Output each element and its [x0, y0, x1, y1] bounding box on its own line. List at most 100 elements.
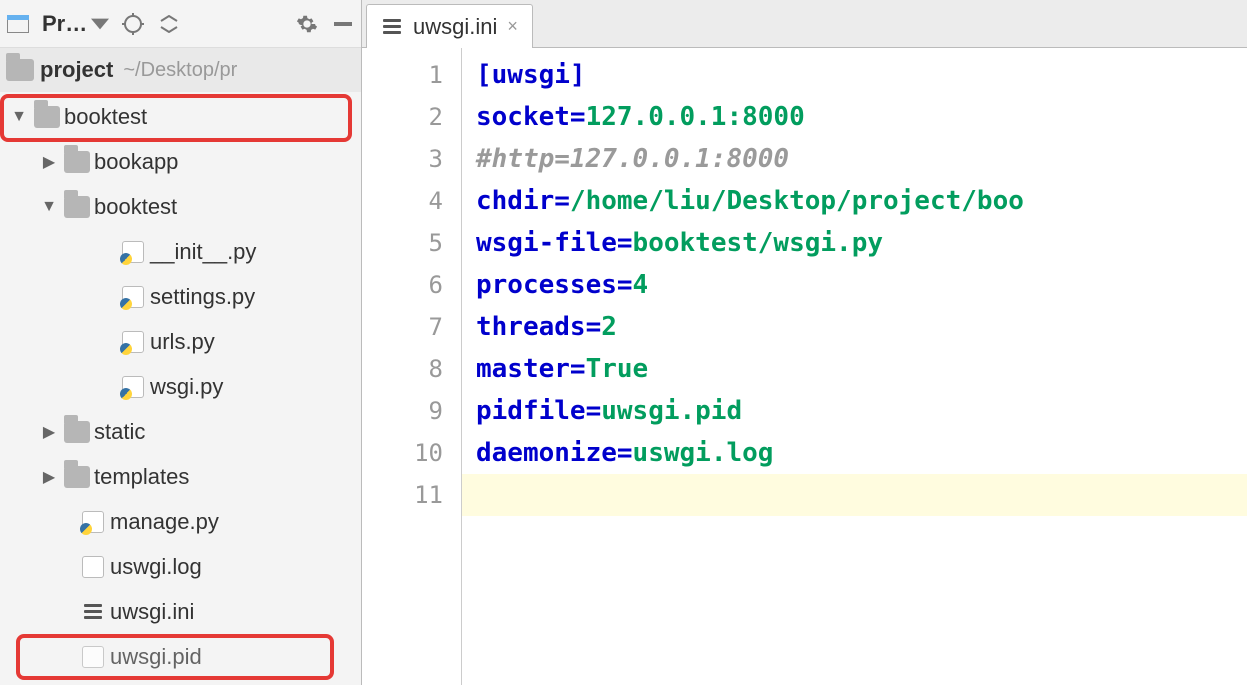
ini-value: 127.0.0.1:8000 [586, 102, 805, 132]
code-line: wsgi-file=booktest/wsgi.py [462, 222, 1247, 264]
tree-label: settings.py [150, 284, 255, 310]
folder-icon [64, 421, 90, 443]
tree-label: uswgi.log [110, 554, 202, 580]
file-icon [80, 646, 106, 668]
collapse-icon[interactable] [157, 12, 181, 36]
project-panel-label[interactable]: Pr… [42, 11, 109, 37]
tree-file-urls[interactable]: urls.py [0, 319, 361, 364]
tab-label: uwsgi.ini [413, 14, 497, 40]
line-number-gutter: 1 2 3 4 5 6 7 8 9 10 11 [362, 48, 462, 685]
ini-value: booktest/wsgi.py [633, 228, 883, 258]
editor-area: uwsgi.ini × 1 2 3 4 5 6 7 8 9 10 11 [uws… [362, 0, 1247, 685]
tree-label: templates [94, 464, 189, 490]
tab-uwsgi-ini[interactable]: uwsgi.ini × [366, 4, 533, 48]
tree-label: wsgi.py [150, 374, 223, 400]
gear-icon[interactable] [295, 12, 319, 36]
tree-file-uwsgi-ini[interactable]: uwsgi.ini [0, 589, 361, 634]
folder-icon [64, 196, 90, 218]
code-editor[interactable]: [uwsgi] socket=127.0.0.1:8000 #http=127.… [462, 48, 1247, 685]
ini-value: uswgi.log [633, 438, 774, 468]
code-line: master=True [462, 348, 1247, 390]
tree-file-settings[interactable]: settings.py [0, 274, 361, 319]
tree-file-wsgi[interactable]: wsgi.py [0, 364, 361, 409]
code-line: daemonize=uswgi.log [462, 432, 1247, 474]
tree-label: booktest [94, 194, 177, 220]
line-number: 9 [362, 390, 461, 432]
code-line-current [462, 474, 1247, 516]
python-file-icon [80, 511, 106, 533]
code-line: [uwsgi] [462, 54, 1247, 96]
line-number: 6 [362, 264, 461, 306]
ini-value: True [586, 354, 649, 384]
tree-label: manage.py [110, 509, 219, 535]
tree-file-manage[interactable]: manage.py [0, 499, 361, 544]
close-icon[interactable]: × [507, 16, 518, 37]
project-view-icon[interactable] [6, 12, 30, 36]
ini-key: pidfile [476, 396, 586, 426]
folder-icon [34, 106, 60, 128]
ini-key: wsgi-file [476, 228, 617, 258]
ini-comment: #http=127.0.0.1:8000 [476, 144, 789, 174]
ini-section: [uwsgi] [476, 60, 586, 90]
project-sidebar: Pr… project ~/Desktop/pr ▼ booktest ▶ [0, 0, 362, 685]
ini-file-icon [381, 16, 403, 38]
ini-value: 4 [633, 270, 649, 300]
folder-icon [6, 59, 34, 81]
ini-file-icon [80, 601, 106, 623]
code-line: threads=2 [462, 306, 1247, 348]
tree-label: booktest [64, 104, 147, 130]
project-tree: ▼ booktest ▶ bookapp ▼ booktest __init__… [0, 92, 361, 685]
ini-key: daemonize [476, 438, 617, 468]
editor-tabbar: uwsgi.ini × [362, 0, 1247, 48]
tree-label: bookapp [94, 149, 178, 175]
tree-file-uwsgi-pid[interactable]: uwsgi.pid [0, 634, 361, 679]
chevron-right-icon[interactable]: ▶ [40, 422, 58, 442]
ini-key: master [476, 354, 570, 384]
tree-label: urls.py [150, 329, 215, 355]
project-panel-label-text: Pr… [42, 11, 87, 37]
ini-key: socket [476, 102, 570, 132]
tree-folder-bookapp[interactable]: ▶ bookapp [0, 139, 361, 184]
ini-key: processes [476, 270, 617, 300]
project-root-label: project [40, 57, 113, 83]
code-line: pidfile=uwsgi.pid [462, 390, 1247, 432]
chevron-down-icon[interactable]: ▼ [40, 198, 58, 216]
file-icon [80, 556, 106, 578]
line-number: 10 [362, 432, 461, 474]
tree-label: uwsgi.ini [110, 599, 194, 625]
chevron-right-icon[interactable]: ▶ [40, 467, 58, 487]
python-file-icon [120, 241, 146, 263]
tree-file-uswgi-log[interactable]: uswgi.log [0, 544, 361, 589]
tree-folder-booktest-inner[interactable]: ▼ booktest [0, 184, 361, 229]
tree-folder-booktest[interactable]: ▼ booktest [0, 94, 361, 139]
ini-value: /home/liu/Desktop/project/boo [570, 186, 1024, 216]
tree-folder-static[interactable]: ▶ static [0, 409, 361, 454]
line-number: 4 [362, 180, 461, 222]
tree-file-init[interactable]: __init__.py [0, 229, 361, 274]
project-root-row[interactable]: project ~/Desktop/pr [0, 48, 361, 92]
line-number: 5 [362, 222, 461, 264]
folder-icon [64, 151, 90, 173]
ini-key: chdir [476, 186, 554, 216]
tree-label: static [94, 419, 145, 445]
minimize-icon[interactable] [331, 12, 355, 36]
code-line: #http=127.0.0.1:8000 [462, 138, 1247, 180]
chevron-right-icon[interactable]: ▶ [40, 152, 58, 172]
python-file-icon [120, 376, 146, 398]
project-root-path: ~/Desktop/pr [123, 59, 237, 82]
chevron-down-icon[interactable]: ▼ [10, 108, 28, 126]
ini-key: threads [476, 312, 586, 342]
python-file-icon [120, 286, 146, 308]
line-number: 11 [362, 474, 461, 516]
sidebar-toolbar: Pr… [0, 0, 361, 48]
line-number: 8 [362, 348, 461, 390]
code-line: processes=4 [462, 264, 1247, 306]
line-number: 3 [362, 138, 461, 180]
tree-folder-templates[interactable]: ▶ templates [0, 454, 361, 499]
code-line: chdir=/home/liu/Desktop/project/boo [462, 180, 1247, 222]
python-file-icon [120, 331, 146, 353]
line-number: 7 [362, 306, 461, 348]
line-number: 1 [362, 54, 461, 96]
locate-icon[interactable] [121, 12, 145, 36]
line-number: 2 [362, 96, 461, 138]
